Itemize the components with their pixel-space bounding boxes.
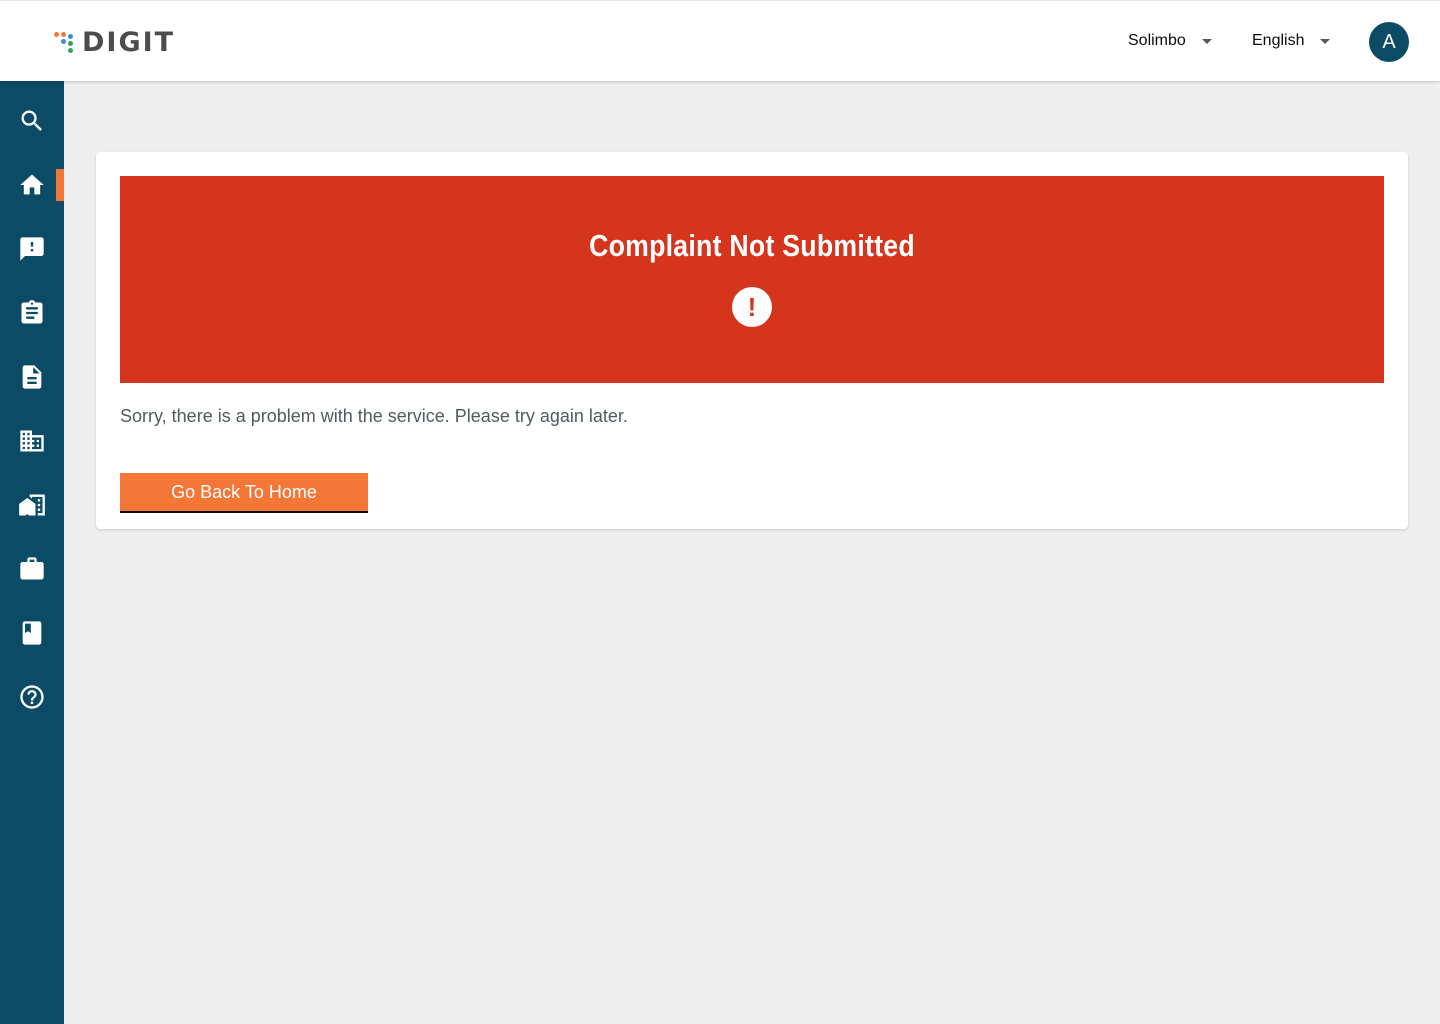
sidebar-item-home[interactable] — [0, 165, 64, 205]
digit-logo[interactable]: DIGIT — [52, 26, 176, 58]
language-dropdown[interactable]: English — [1252, 27, 1331, 55]
sidebar-item-documents[interactable] — [0, 357, 64, 397]
chevron-down-icon — [1201, 38, 1212, 44]
top-bar: DIGIT Solimbo English A — [0, 0, 1440, 81]
city-dropdown-label: Solimbo — [1128, 32, 1186, 49]
error-message: Sorry, there is a problem with the servi… — [120, 406, 628, 426]
exclamation-icon: ! — [732, 287, 772, 327]
sidebar-item-complaints[interactable] — [0, 229, 64, 269]
sidebar-item-book[interactable] — [0, 613, 64, 653]
briefcase-icon — [20, 557, 44, 580]
logo-dots-icon — [52, 28, 76, 56]
chevron-down-icon — [1320, 38, 1331, 44]
document-icon — [22, 365, 42, 389]
error-banner: Complaint Not Submitted ! — [120, 176, 1384, 383]
language-dropdown-label: English — [1252, 32, 1305, 49]
sidebar-item-property[interactable] — [0, 485, 64, 525]
active-indicator — [56, 169, 64, 201]
building-icon — [20, 430, 44, 452]
sidebar-item-search[interactable] — [0, 101, 64, 141]
help-icon — [20, 685, 44, 709]
logo-text: DIGIT — [82, 26, 176, 58]
book-icon — [22, 621, 42, 645]
sidebar-item-clipboard[interactable] — [0, 293, 64, 333]
avatar-initial: A — [1382, 30, 1396, 53]
response-card: Complaint Not Submitted ! Sorry, there i… — [96, 152, 1408, 529]
home-icon — [20, 174, 44, 195]
sidebar-item-business[interactable] — [0, 549, 64, 589]
clipboard-icon — [21, 300, 43, 324]
sidebar — [0, 81, 64, 1024]
user-avatar[interactable]: A — [1369, 22, 1409, 62]
sidebar-item-buildings[interactable] — [0, 421, 64, 461]
sidebar-item-help[interactable] — [0, 677, 64, 717]
complaint-icon — [20, 237, 44, 261]
city-dropdown[interactable]: Solimbo — [1128, 27, 1212, 55]
search-icon — [21, 110, 42, 131]
go-back-home-button[interactable]: Go Back To Home — [120, 473, 368, 513]
property-icon — [19, 494, 45, 516]
banner-title: Complaint Not Submitted — [589, 228, 915, 263]
